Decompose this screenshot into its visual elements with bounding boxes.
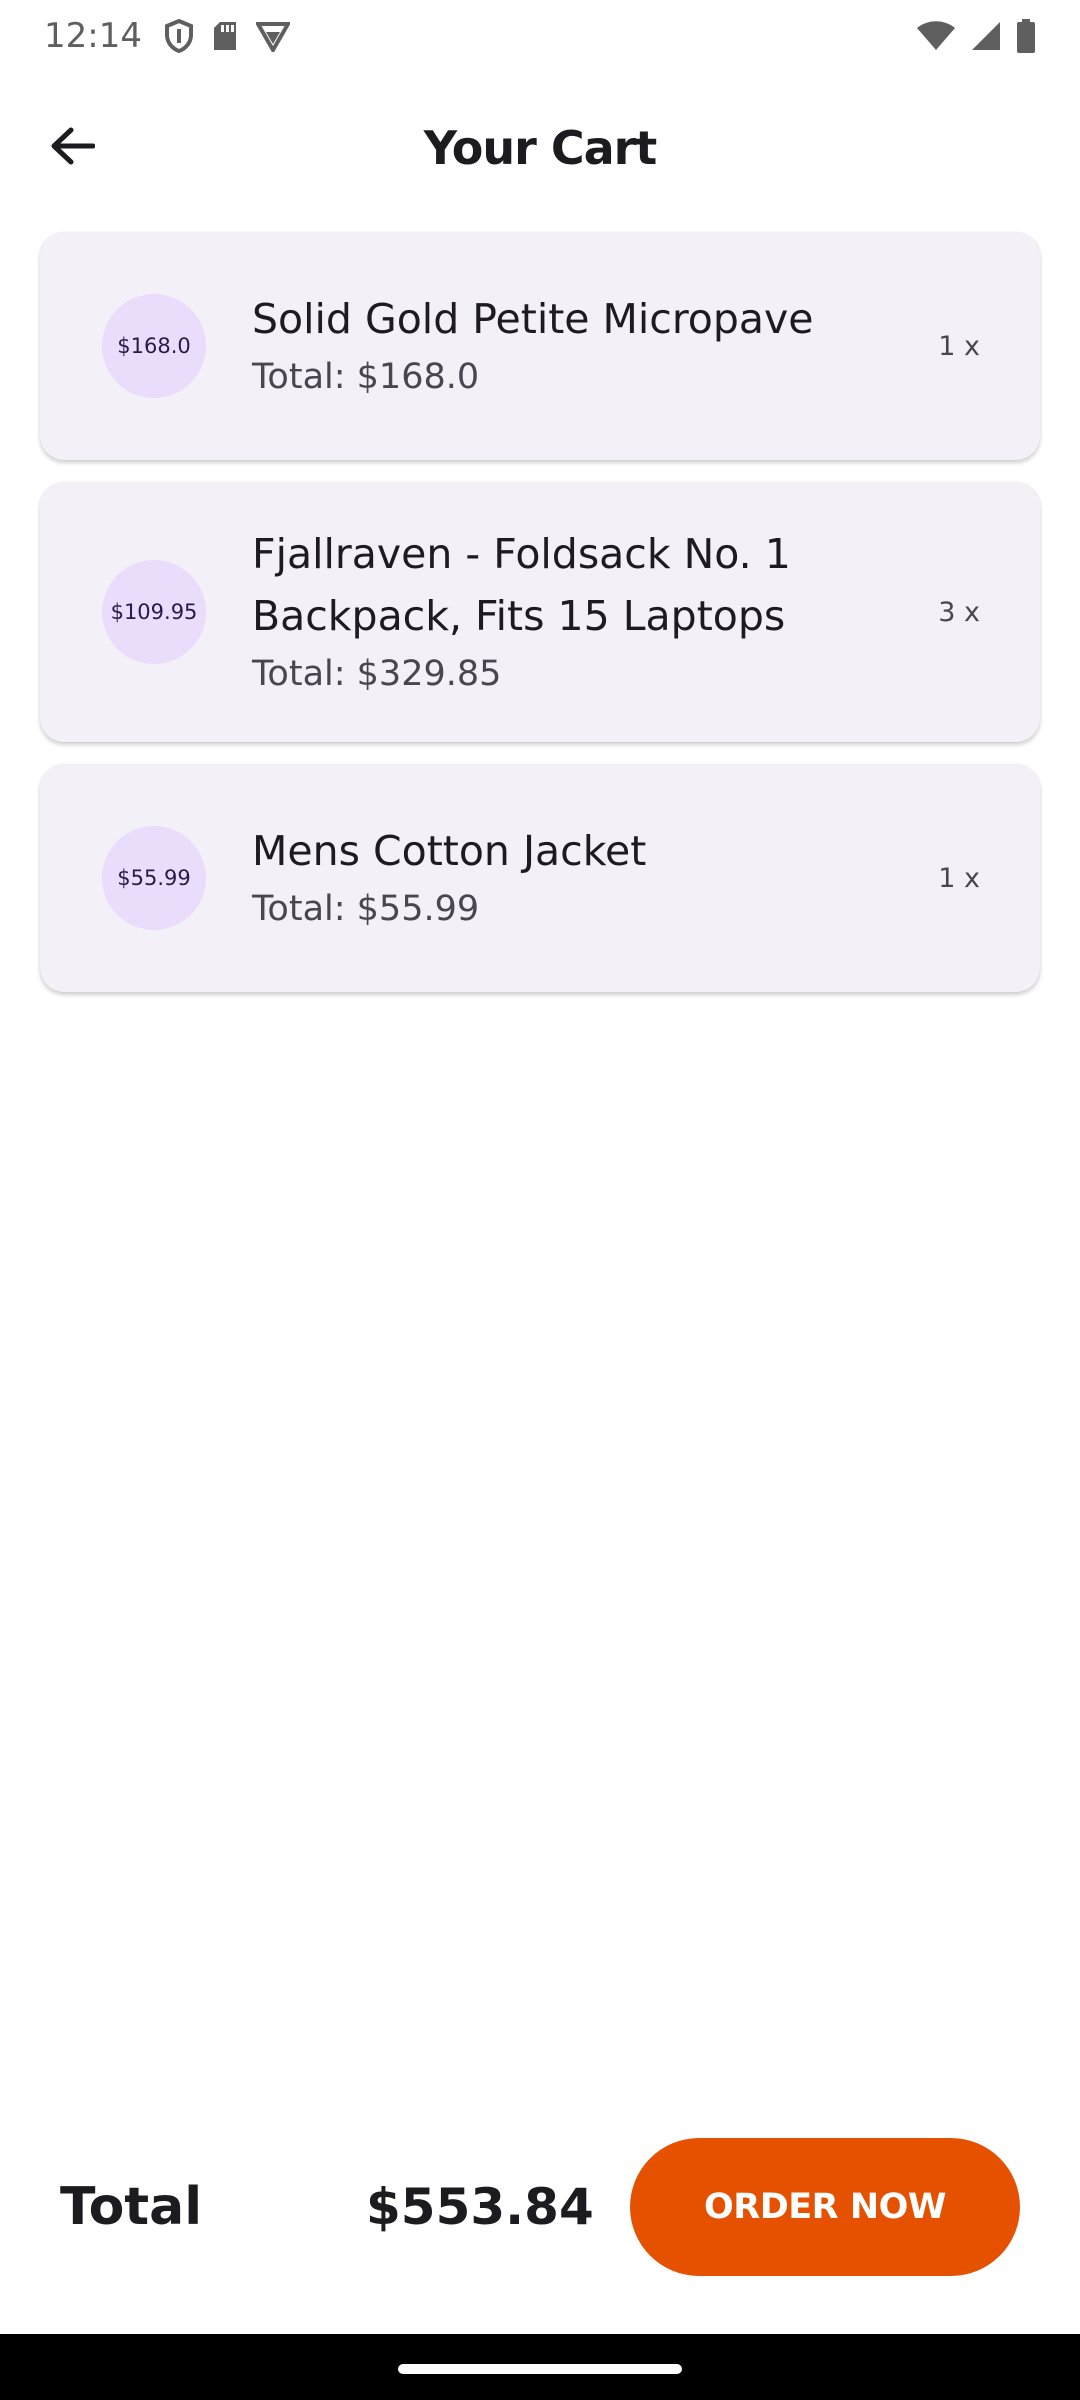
item-total: Total: $55.99: [252, 889, 480, 929]
status-left-icons: [164, 19, 290, 53]
back-button[interactable]: [32, 114, 112, 182]
item-info: Fjallraven - Foldsack No. 1 Backpack, Fi…: [252, 523, 938, 701]
shield-icon: [164, 19, 194, 53]
signal-icon: [970, 20, 1002, 52]
item-quantity: 3 x: [938, 596, 980, 628]
cart-item-card[interactable]: $109.95 Fjallraven - Foldsack No. 1 Back…: [40, 482, 1040, 742]
item-name: Solid Gold Petite Micropave: [252, 295, 814, 343]
page-title: Your Cart: [423, 121, 658, 175]
navigation-bar: [0, 2334, 1080, 2400]
cart-item-card[interactable]: $168.0 Solid Gold Petite Micropave Total…: [40, 232, 1040, 460]
item-info: Solid Gold Petite Micropave Total: $168.…: [252, 288, 938, 404]
status-right-icons: [916, 19, 1036, 53]
wifi-icon: [916, 20, 956, 52]
total-amount: $553.84: [366, 2178, 594, 2236]
checkout-bar: Total $553.84 ORDER NOW: [0, 2138, 1080, 2276]
total-label: Total: [60, 2177, 203, 2237]
item-name: Mens Cotton Jacket: [252, 827, 647, 875]
price-badge: $55.99: [102, 826, 206, 930]
price-badge: $109.95: [102, 560, 206, 664]
sd-card-icon: [212, 20, 238, 52]
item-info: Mens Cotton Jacket Total: $55.99: [252, 820, 938, 936]
status-time: 12:14: [44, 16, 142, 56]
price-badge: $168.0: [102, 294, 206, 398]
vpn-icon: [255, 20, 290, 52]
app-bar: Your Cart: [0, 100, 1080, 196]
item-name: Fjallraven - Foldsack No. 1 Backpack, Fi…: [252, 530, 791, 640]
status-bar: 12:14: [0, 0, 1080, 72]
item-quantity: 1 x: [938, 330, 980, 362]
item-quantity: 1 x: [938, 862, 980, 894]
home-gesture-handle[interactable]: [398, 2364, 682, 2374]
order-now-button[interactable]: ORDER NOW: [630, 2138, 1020, 2276]
cart-item-card[interactable]: $55.99 Mens Cotton Jacket Total: $55.99 …: [40, 764, 1040, 992]
battery-icon: [1016, 19, 1036, 53]
item-total: Total: $168.0: [252, 357, 480, 397]
cart-list: $168.0 Solid Gold Petite Micropave Total…: [40, 232, 1040, 1014]
item-total: Total: $329.85: [252, 654, 502, 694]
arrow-back-icon: [49, 126, 96, 170]
